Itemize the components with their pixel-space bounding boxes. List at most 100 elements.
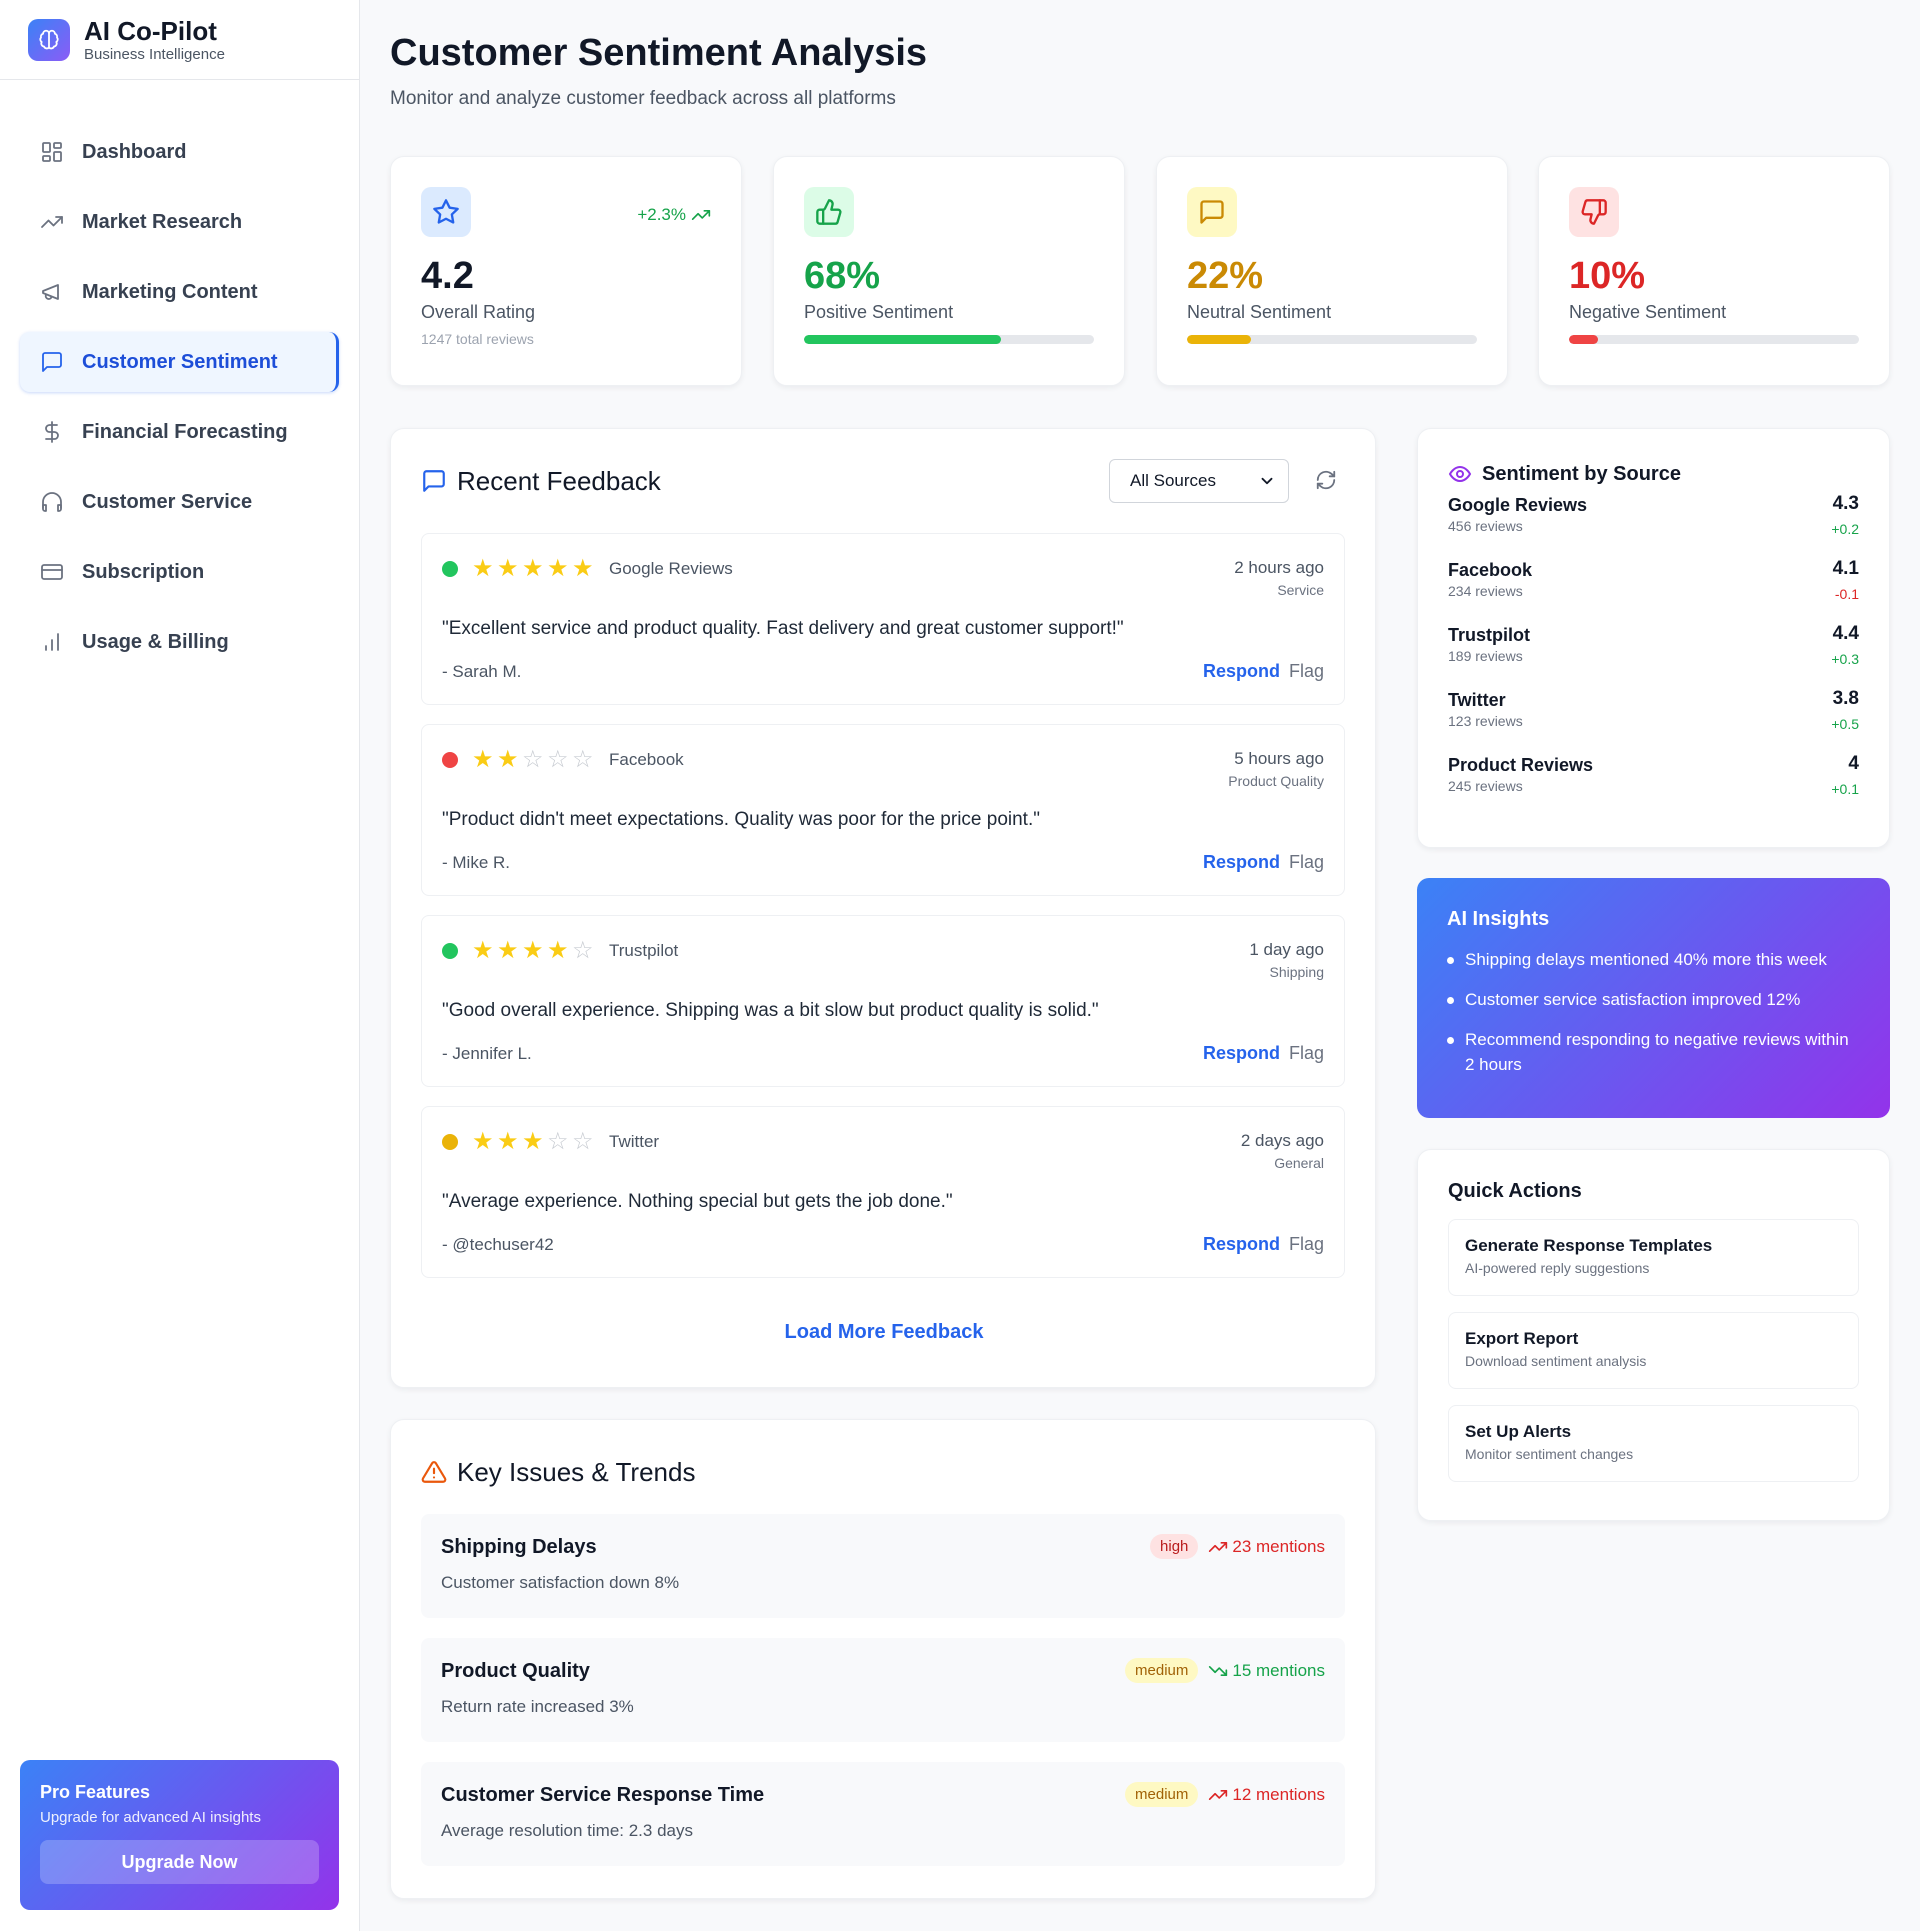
trending-up-icon — [1209, 1789, 1228, 1800]
load-more-feedback-button[interactable]: Load More Feedback — [391, 1321, 1377, 1344]
source-filter-select[interactable]: All Sources — [1109, 459, 1289, 503]
star-empty-icon: ☆ — [522, 746, 544, 773]
star-empty-icon: ☆ — [572, 1128, 594, 1155]
sidebar-item-usage-billing[interactable]: Usage & Billing — [20, 612, 339, 672]
respond-button[interactable]: Respond — [1203, 852, 1280, 873]
issue-description: Return rate increased 3% — [441, 1697, 634, 1716]
star-filled-icon: ★ — [522, 555, 544, 582]
source-change: -0.1 — [1834, 586, 1859, 602]
sidebar-item-label: Market Research — [82, 210, 243, 233]
issue-item[interactable]: Product Quality Return rate increased 3%… — [421, 1638, 1345, 1742]
action-name: Set Up Alerts — [1465, 1422, 1572, 1441]
pro-title: Pro Features — [40, 1782, 151, 1802]
sidebar-item-label: Usage & Billing — [82, 630, 229, 653]
message-square-icon — [1187, 187, 1237, 237]
sentiment-dot — [442, 943, 458, 959]
source-name: Twitter — [1448, 690, 1506, 710]
sidebar: AI Co-Pilot Business Intelligence Dashbo… — [0, 0, 360, 1931]
sidebar-item-dashboard[interactable]: Dashboard — [20, 122, 339, 182]
feedback-list: ★ ★ ★ ★ ★ Google Reviews 2 hours ago Service… — [421, 533, 1345, 1278]
respond-button[interactable]: Respond — [1203, 1043, 1280, 1064]
star-rating: ★ ★ ★ ★ ★ — [472, 556, 597, 582]
pro-features-card: Pro Features Upgrade for advanced AI ins… — [20, 1760, 339, 1910]
flag-button[interactable]: Flag — [1289, 1043, 1324, 1064]
thumbs-up-icon — [804, 187, 854, 237]
credit-card-icon — [41, 564, 63, 580]
sidebar-item-label: Dashboard — [82, 140, 187, 163]
positive-label: Positive Sentiment — [804, 302, 954, 322]
sidebar-item-subscription[interactable]: Subscription — [20, 542, 339, 602]
refresh-icon[interactable] — [1315, 469, 1337, 491]
star-filled-icon: ★ — [497, 1128, 519, 1155]
source-count: 123 reviews — [1448, 713, 1523, 729]
sidebar-item-label: Subscription — [82, 560, 205, 583]
source-filter-value: All Sources — [1130, 471, 1216, 490]
issue-item[interactable]: Customer Service Response Time Average r… — [421, 1762, 1345, 1866]
insight-item: Customer service satisfaction improved 1… — [1447, 987, 1860, 1012]
pro-subtitle: Upgrade for advanced AI insights — [40, 1809, 261, 1826]
sidebar-nav: Dashboard Market Research Marketing Cont… — [0, 80, 359, 672]
generate-response-templates-button[interactable]: Generate Response Templates AI-powered r… — [1448, 1219, 1859, 1296]
star-empty-icon: ☆ — [572, 746, 594, 773]
star-filled-icon: ★ — [472, 1128, 494, 1155]
respond-button[interactable]: Respond — [1203, 661, 1280, 682]
sidebar-item-customer-service[interactable]: Customer Service — [20, 472, 339, 532]
message-icon — [423, 470, 445, 492]
negative-label: Negative Sentiment — [1569, 302, 1727, 322]
source-row: Twitter 123 reviews 3.8 +0.5 — [1448, 684, 1859, 749]
trending-up-icon — [1209, 1541, 1228, 1552]
feedback-category: General — [1274, 1155, 1324, 1171]
star-empty-icon: ☆ — [547, 1128, 569, 1155]
source-change: +0.3 — [1831, 651, 1859, 667]
neutral-sentiment-card: 22% Neutral Sentiment — [1156, 156, 1508, 386]
app-subtitle: Business Intelligence — [84, 45, 225, 63]
issue-item[interactable]: Shipping Delays Customer satisfaction do… — [421, 1514, 1345, 1618]
trending-up-icon — [691, 210, 711, 220]
source-count: 456 reviews — [1448, 518, 1523, 534]
feedback-text: "Good overall experience. Shipping was a… — [442, 1000, 1099, 1021]
total-reviews: 1247 total reviews — [421, 331, 534, 347]
mentions-count: 12 mentions — [1232, 1784, 1325, 1804]
recent-feedback-title: Recent Feedback — [457, 465, 661, 496]
feedback-author: - @techuser42 — [442, 1235, 554, 1254]
respond-button[interactable]: Respond — [1203, 1234, 1280, 1255]
star-filled-icon: ★ — [497, 555, 519, 582]
sidebar-item-marketing-content[interactable]: Marketing Content — [20, 262, 339, 322]
source-row: Trustpilot 189 reviews 4.4 +0.3 — [1448, 619, 1859, 684]
sidebar-item-market-research[interactable]: Market Research — [20, 192, 339, 252]
set-up-alerts-button[interactable]: Set Up Alerts Monitor sentiment changes — [1448, 1405, 1859, 1482]
flag-button[interactable]: Flag — [1289, 661, 1324, 682]
flag-button[interactable]: Flag — [1289, 1234, 1324, 1255]
source-count: 234 reviews — [1448, 583, 1523, 599]
source-change: +0.2 — [1831, 521, 1859, 537]
quick-actions-card: Quick Actions Generate Response Template… — [1417, 1149, 1890, 1521]
headphones-icon — [42, 492, 62, 512]
star-filled-icon: ★ — [522, 937, 544, 964]
recent-feedback-card: Recent Feedback All Sources ★ ★ ★ ★ ★ Google… — [390, 428, 1376, 1388]
key-issues-card: Key Issues & Trends Shipping Delays Cust… — [390, 1419, 1376, 1899]
feedback-item: ★ ★ ☆ ☆ ☆ Facebook 5 hours ago Product Quali… — [421, 724, 1345, 896]
alert-triangle-icon — [421, 1461, 447, 1483]
flag-button[interactable]: Flag — [1289, 852, 1324, 873]
export-report-button[interactable]: Export Report Download sentiment analysi… — [1448, 1312, 1859, 1389]
feedback-source: Facebook — [609, 750, 684, 769]
source-row: Google Reviews 456 reviews 4.3 +0.2 — [1448, 489, 1859, 554]
feedback-category: Shipping — [1269, 964, 1325, 980]
feedback-item: ★ ★ ★ ☆ ☆ Twitter 2 days ago General "Averag… — [421, 1106, 1345, 1278]
feedback-category: Service — [1277, 582, 1324, 598]
sidebar-item-customer-sentiment[interactable]: Customer Sentiment — [20, 332, 339, 392]
source-rating: 4 — [1848, 753, 1859, 774]
trending-up-icon — [41, 216, 63, 228]
sidebar-item-financial-forecasting[interactable]: Financial Forecasting — [20, 402, 339, 462]
feedback-source: Trustpilot — [609, 941, 679, 960]
star-filled-icon: ★ — [522, 1128, 544, 1155]
page-title: Customer Sentiment Analysis — [390, 32, 928, 74]
source-row: Facebook 234 reviews 4.1 -0.1 — [1448, 554, 1859, 619]
page-subtitle: Monitor and analyze customer feedback ac… — [390, 88, 896, 109]
issue-mentions: 12 mentions — [1208, 1785, 1325, 1805]
ai-insights-card: AI Insights Shipping delays mentioned 40… — [1417, 878, 1890, 1118]
brand[interactable]: AI Co-Pilot Business Intelligence — [0, 0, 359, 80]
severity-badge: medium — [1125, 1782, 1199, 1807]
app-title: AI Co-Pilot — [84, 15, 217, 46]
upgrade-now-button[interactable]: Upgrade Now — [40, 1840, 319, 1884]
